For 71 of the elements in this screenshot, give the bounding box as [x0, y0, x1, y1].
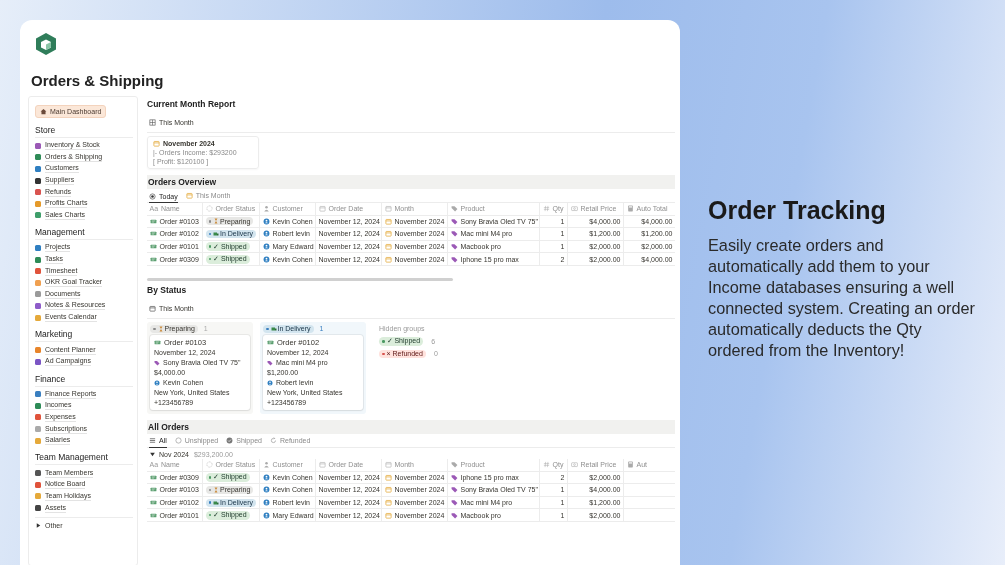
section-title: All Orders: [147, 419, 675, 434]
circle-icon: [174, 436, 182, 444]
caret-icon: [35, 522, 42, 530]
hourglass-icon: [213, 218, 219, 225]
list-icon: [149, 437, 156, 445]
person-icon: [154, 379, 160, 386]
calendar-icon: [384, 255, 392, 263]
calendar-icon: [384, 205, 392, 213]
person-icon: [262, 486, 270, 494]
calendar-icon: [384, 486, 392, 494]
person-icon: [262, 230, 270, 238]
radio-icon: [149, 192, 156, 200]
section-heading: Finance: [35, 373, 133, 387]
money-icon: [570, 461, 578, 469]
order-icon: [149, 486, 157, 494]
hourglass-icon: [213, 486, 219, 493]
person-icon: [262, 473, 270, 481]
calendar-icon: [384, 230, 392, 238]
calendar-icon: [318, 461, 326, 469]
tag-icon: [154, 359, 160, 366]
hourglass-icon: [157, 325, 164, 332]
table-view-icon: [149, 119, 156, 126]
order-icon: [154, 338, 161, 346]
person-icon: [262, 511, 270, 519]
calendar-icon: [149, 304, 156, 312]
section-title: Current Month Report: [147, 99, 237, 109]
user-icon: [262, 205, 270, 213]
order-icon: [149, 230, 157, 238]
person-icon: [262, 217, 270, 225]
section-heading: Store: [35, 125, 133, 138]
person-icon: [267, 379, 273, 386]
section-heading: Marketing: [35, 329, 133, 343]
calendar-icon: [318, 205, 326, 213]
money-icon: [570, 205, 578, 213]
tag-icon: [267, 359, 273, 366]
refresh-icon: [269, 436, 277, 444]
section-heading: Management: [35, 227, 133, 241]
order-icon: [149, 217, 157, 225]
order-icon: [149, 243, 157, 251]
order-icon: [149, 511, 157, 519]
check-circle-icon: [226, 436, 234, 444]
calendar-icon: [384, 473, 392, 481]
scrollbar[interactable]: [147, 277, 453, 281]
cube-logo-icon: [34, 32, 58, 56]
user-icon: [262, 461, 270, 469]
page-title: Orders & Shipping: [31, 72, 165, 89]
hash-icon: [542, 461, 550, 469]
calculator-icon: [626, 205, 634, 213]
hash-icon: [542, 205, 550, 213]
section-title: By Status: [147, 284, 188, 295]
calendar-icon: [384, 499, 392, 507]
person-icon: [262, 255, 270, 263]
section-title: Orders Overview: [147, 175, 675, 189]
calendar-icon: [384, 511, 392, 519]
promo-heading: Order Tracking: [708, 196, 887, 225]
calendar-icon: [384, 217, 392, 225]
person-icon: [262, 243, 270, 251]
calendar-icon: [384, 243, 392, 251]
promo-text: Easily create orders and automatically add them to your Income databases ensuring a well connected system. Creating an order automatically deducts the Qty ordered from the Inventory!: [708, 235, 976, 361]
calendar-icon: [153, 140, 160, 147]
order-icon: [267, 338, 274, 346]
home-icon: [40, 108, 47, 115]
caret-icon: [149, 450, 156, 458]
order-icon: [149, 255, 157, 263]
section-heading: Team Management: [35, 452, 133, 466]
order-icon: [149, 473, 157, 481]
calculator-icon: [626, 461, 634, 469]
person-icon: [262, 499, 270, 507]
calendar-icon: [384, 461, 392, 469]
calendar-icon: [185, 192, 193, 199]
order-icon: [149, 499, 157, 507]
